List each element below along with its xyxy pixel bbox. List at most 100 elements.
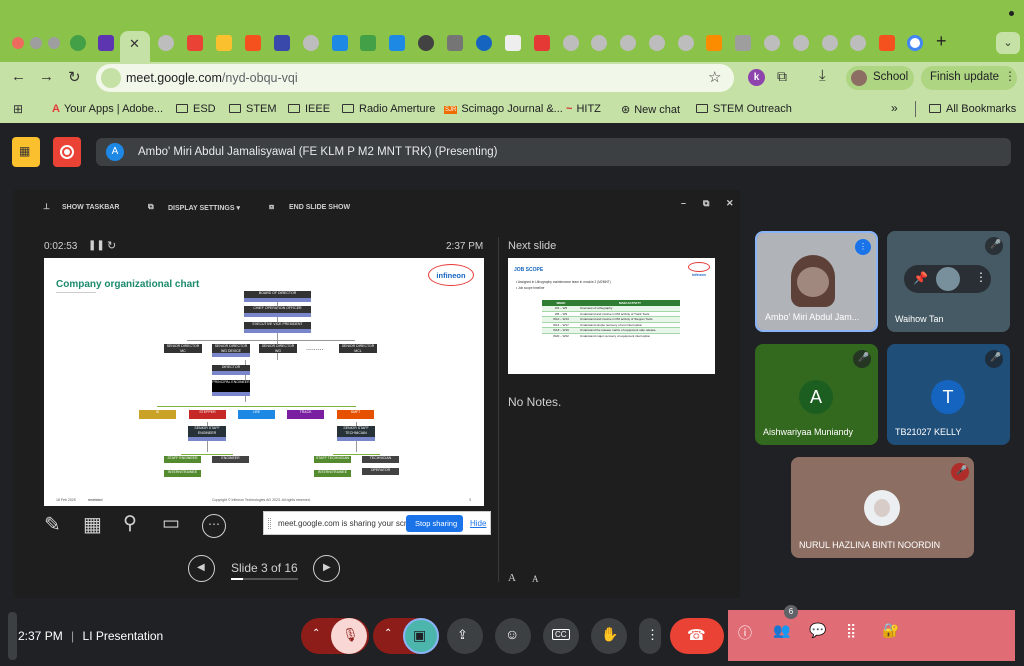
captions-button[interactable]: CC — [543, 618, 579, 654]
tab-icon[interactable] — [216, 35, 232, 51]
tab-icon[interactable] — [879, 35, 895, 51]
gmail-tab-icon[interactable] — [187, 35, 203, 51]
bookmark-hitz[interactable]: ~ HITZ — [566, 103, 601, 115]
tab-icon[interactable] — [534, 35, 550, 51]
participant-tile-nurul[interactable]: 🎤 NURUL HAZLINA BINTI NOORDIN — [791, 457, 974, 558]
tab-icon[interactable] — [822, 35, 838, 51]
show-taskbar-button[interactable]: SHOW TASKBAR — [62, 204, 119, 211]
end-slide-show-button[interactable]: END SLIDE SHOW — [289, 204, 350, 211]
more-options-icon[interactable]: ⋮ — [975, 270, 987, 284]
bookmark-all[interactable]: All Bookmarks — [929, 103, 1016, 115]
tab-search-button[interactable]: ⌄ — [996, 32, 1020, 54]
camera-toggle-button[interactable]: ▣ — [403, 618, 439, 654]
participant-tile-kelly[interactable]: 🎤 T TB21027 KELLY — [887, 344, 1010, 445]
hide-link[interactable]: Hide — [470, 519, 486, 528]
raise-hand-button[interactable]: ✋ — [591, 618, 627, 654]
participant-tile-presenter[interactable]: ⋮ Ambo' Miri Abdul Jam... — [755, 231, 878, 332]
address-text[interactable]: meet.google.com/nyd-obqu-vqi — [126, 71, 298, 85]
tab-icon[interactable] — [476, 35, 492, 51]
extensions-icon[interactable]: ⧉ — [777, 68, 787, 85]
next-slide-preview[interactable]: JOB SCOPE infineon • Assigned in Lithogr… — [508, 258, 715, 374]
chat-icon[interactable]: 💬 — [809, 622, 826, 639]
new-tab-icon[interactable]: + — [936, 31, 947, 52]
tab-icon[interactable] — [505, 35, 521, 51]
tab-icon[interactable] — [620, 35, 636, 51]
google-tab-icon[interactable] — [907, 35, 923, 51]
next-slide-button[interactable]: ▶ — [313, 555, 340, 582]
back-icon[interactable]: ← — [11, 68, 26, 85]
tab-icon[interactable] — [332, 35, 348, 51]
tab-icon[interactable] — [678, 35, 694, 51]
minimize-window-button[interactable] — [30, 37, 42, 49]
slide-sorter-icon[interactable]: ▦ — [83, 512, 102, 537]
tab-icon[interactable] — [389, 35, 405, 51]
pin-icon[interactable]: 📌 — [913, 271, 928, 285]
bookmark-ieee[interactable]: IEEE — [288, 103, 330, 115]
bookmark-stem-outreach[interactable]: STEM Outreach — [696, 103, 792, 115]
present-screen-button[interactable]: ⇪ — [447, 618, 483, 654]
site-info-icon[interactable] — [101, 68, 121, 88]
address-bar[interactable]: meet.google.com/nyd-obqu-vqi ☆ — [96, 64, 734, 92]
leave-call-button[interactable]: ☎ — [670, 618, 724, 654]
tab-icon[interactable] — [793, 35, 809, 51]
bookmark-stem[interactable]: STEM — [229, 103, 277, 115]
close-icon[interactable]: ✕ — [726, 198, 734, 209]
participant-tile-aishwariyaa[interactable]: 🎤 A Aishwariyaa Muniandy — [755, 344, 878, 445]
activities-icon[interactable]: ⣿ — [846, 622, 856, 639]
profile-chip[interactable]: School — [846, 66, 914, 90]
decrease-font-button[interactable]: A — [532, 574, 539, 584]
tab-icon[interactable] — [70, 35, 86, 51]
bookmark-star-icon[interactable]: ☆ — [708, 68, 721, 86]
maximize-window-button[interactable] — [48, 37, 60, 49]
forward-icon[interactable]: → — [39, 68, 54, 85]
tab-icon[interactable] — [274, 35, 290, 51]
increase-font-button[interactable]: A — [508, 572, 516, 584]
tab-icon[interactable] — [98, 35, 114, 51]
tab-icon[interactable] — [591, 35, 607, 51]
download-icon[interactable]: ⤓ — [819, 67, 826, 84]
tab-icon[interactable] — [360, 35, 376, 51]
reset-timer-icon[interactable]: ↻ — [107, 239, 116, 252]
tab-icon[interactable] — [764, 35, 780, 51]
tab-icon[interactable] — [245, 35, 261, 51]
minimize-icon[interactable]: – — [681, 198, 686, 208]
bookmark-scimago[interactable]: SJR Scimago Journal &... — [444, 103, 563, 115]
host-controls-icon[interactable]: 🔐 — [882, 622, 899, 639]
more-bookmarks-icon[interactable]: » — [891, 101, 898, 115]
close-tab-icon[interactable]: ✕ — [129, 36, 140, 52]
close-window-button[interactable] — [12, 37, 24, 49]
finish-update-button[interactable]: Finish update ⋮ — [921, 66, 1017, 90]
display-settings-button[interactable]: DISPLAY SETTINGS ▾ — [168, 204, 240, 212]
bookmark-radio[interactable]: Radio Amerture — [342, 103, 435, 115]
tab-icon[interactable] — [706, 35, 722, 51]
meeting-info-icon[interactable]: ⓘ — [738, 623, 752, 643]
tab-icon[interactable] — [447, 35, 463, 51]
bookmark-esd[interactable]: ESD — [176, 103, 216, 115]
tab-icon[interactable] — [563, 35, 579, 51]
microphone-toggle-button[interactable]: 🎙 — [331, 618, 367, 654]
bookmark-new-chat[interactable]: ⊛ New chat — [621, 103, 680, 116]
participant-tile-waihow[interactable]: 🎤 📌 ⋮ Waihow Tan — [887, 231, 1010, 332]
restore-icon[interactable]: ⧉ — [703, 198, 709, 209]
black-screen-icon[interactable]: ▭ — [162, 512, 180, 535]
more-menu-icon[interactable]: ⋮ — [1004, 69, 1016, 83]
recording-button[interactable] — [53, 137, 81, 167]
more-options-button[interactable]: ⋮ — [639, 618, 661, 654]
tab-icon[interactable] — [303, 35, 319, 51]
active-tab[interactable]: ✕ — [120, 31, 150, 62]
extension-avatar[interactable]: k — [748, 69, 765, 86]
bookmark-adobe[interactable]: A Your Apps | Adobe... — [52, 103, 163, 115]
tab-icon[interactable] — [158, 35, 174, 51]
apps-grid-icon[interactable]: ⊞ — [13, 102, 23, 116]
previous-slide-button[interactable]: ◀ — [188, 555, 215, 582]
tab-icon[interactable] — [418, 35, 434, 51]
tab-icon[interactable] — [649, 35, 665, 51]
reactions-button[interactable]: ☺ — [495, 618, 531, 654]
zoom-icon[interactable]: ⚲ — [123, 512, 137, 535]
reload-icon[interactable]: ↻ — [68, 68, 81, 86]
more-options-button[interactable]: ⋯ — [202, 514, 226, 538]
stop-sharing-button[interactable]: Stop sharing — [406, 515, 463, 532]
tab-icon[interactable] — [735, 35, 751, 51]
pen-icon[interactable]: ✎ — [44, 512, 61, 537]
hide-self-view-button[interactable]: ▦ — [12, 137, 40, 167]
